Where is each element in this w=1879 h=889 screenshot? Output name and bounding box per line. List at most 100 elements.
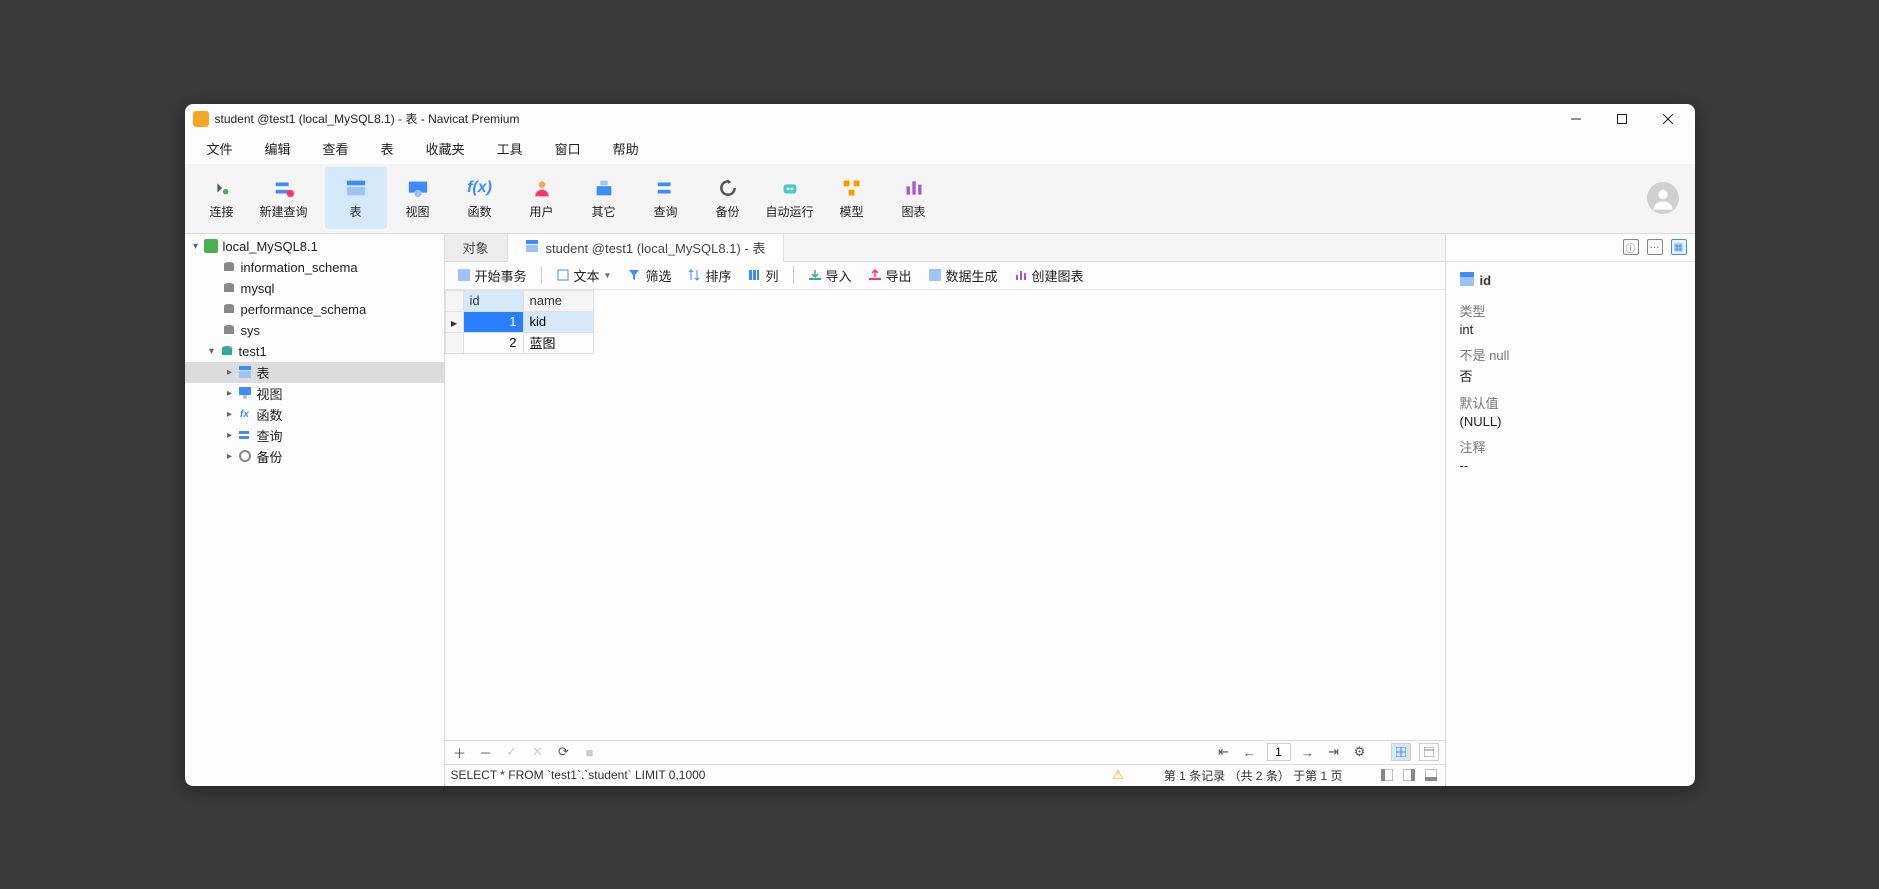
delete-row-button[interactable]: － xyxy=(477,743,495,762)
tool-backup[interactable]: 备份 xyxy=(697,167,759,229)
cell-name[interactable]: kid xyxy=(523,311,593,332)
row-header-corner[interactable] xyxy=(445,290,463,311)
import-icon xyxy=(808,268,822,282)
tree-folder-tables[interactable]: ▸ 表 xyxy=(185,362,444,383)
tool-chart[interactable]: 图表 xyxy=(883,167,945,229)
tool-connect[interactable]: 连接 xyxy=(191,167,253,229)
maximize-button[interactable] xyxy=(1599,104,1645,134)
row-indicator[interactable] xyxy=(445,332,463,353)
sort-icon xyxy=(687,268,701,282)
chevron-right-icon[interactable]: ▸ xyxy=(223,451,237,462)
panel-toggle-2-icon[interactable] xyxy=(1401,767,1417,783)
query-small-icon xyxy=(237,427,253,443)
tree-folder-backup[interactable]: ▸ 备份 xyxy=(185,446,444,467)
table-row[interactable]: 2 蓝图 xyxy=(445,332,593,353)
app-window: student @test1 (local_MySQL8.1) - 表 - Na… xyxy=(185,104,1695,786)
column-header-name[interactable]: name xyxy=(523,290,593,311)
tool-func[interactable]: f(x) 函数 xyxy=(449,167,511,229)
menu-fav[interactable]: 收藏夹 xyxy=(410,135,481,162)
menu-file[interactable]: 文件 xyxy=(191,135,249,162)
table-icon xyxy=(344,177,368,199)
tree-db-mysql[interactable]: mysql xyxy=(185,278,444,299)
menu-help[interactable]: 帮助 xyxy=(597,135,655,162)
add-row-button[interactable]: ＋ xyxy=(451,743,469,762)
chevron-right-icon[interactable]: ▸ xyxy=(223,388,237,399)
tool-newquery[interactable]: 新建查询 xyxy=(253,167,315,229)
menu-view[interactable]: 查看 xyxy=(307,135,365,162)
database-icon xyxy=(221,322,237,338)
prev-page-button[interactable]: ← xyxy=(1241,745,1259,760)
begin-transaction-button[interactable]: 开始事务 xyxy=(451,264,533,287)
sort-button[interactable]: 排序 xyxy=(681,264,737,287)
chevron-right-icon[interactable]: ▸ xyxy=(223,409,237,420)
chevron-right-icon[interactable]: ▸ xyxy=(223,430,237,441)
backup-icon xyxy=(716,177,740,199)
stop-button[interactable]: ■ xyxy=(581,745,599,760)
tree-db-sys[interactable]: sys xyxy=(185,320,444,341)
minimize-button[interactable] xyxy=(1553,104,1599,134)
prop-label: 类型 xyxy=(1460,301,1681,320)
cell-name[interactable]: 蓝图 xyxy=(523,332,593,353)
tool-table[interactable]: 表 xyxy=(325,167,387,229)
menu-window[interactable]: 窗口 xyxy=(539,135,597,162)
page-input[interactable] xyxy=(1267,743,1291,761)
cell-id[interactable]: 1 xyxy=(463,311,523,332)
next-page-button[interactable]: → xyxy=(1299,745,1317,760)
fx-small-icon: fx xyxy=(237,406,253,422)
cancel-button[interactable]: ✕ xyxy=(529,744,547,760)
avatar[interactable] xyxy=(1647,182,1679,214)
column-tab-icon[interactable]: ▦ xyxy=(1671,239,1687,255)
menu-bar: 文件 编辑 查看 表 收藏夹 工具 窗口 帮助 xyxy=(185,134,1695,164)
first-page-button[interactable]: ⇤ xyxy=(1215,744,1233,760)
row-indicator[interactable] xyxy=(445,311,463,332)
export-button[interactable]: 导出 xyxy=(862,264,918,287)
connection-tree: ▾ local_MySQL8.1 information_schema mysq… xyxy=(185,234,445,786)
commit-button[interactable]: ✓ xyxy=(503,744,521,760)
tool-auto[interactable]: 自动运行 xyxy=(759,167,821,229)
tool-model[interactable]: 模型 xyxy=(821,167,883,229)
chevron-down-icon[interactable]: ▾ xyxy=(189,241,203,252)
data-grid[interactable]: id name 1 kid 2 蓝图 xyxy=(445,290,1445,740)
tab-objects[interactable]: 对象 xyxy=(445,234,508,261)
tree-folder-func[interactable]: ▸ fx 函数 xyxy=(185,404,444,425)
menu-table[interactable]: 表 xyxy=(365,135,410,162)
tree-connection[interactable]: ▾ local_MySQL8.1 xyxy=(185,236,444,257)
prop-value: -- xyxy=(1460,458,1681,473)
table-row[interactable]: 1 kid xyxy=(445,311,593,332)
tool-other[interactable]: 其它 xyxy=(573,167,635,229)
column-header-id[interactable]: id xyxy=(463,290,523,311)
chevron-right-icon[interactable]: ▸ xyxy=(223,367,237,378)
tool-query[interactable]: 查询 xyxy=(635,167,697,229)
panel-toggle-1-icon[interactable] xyxy=(1379,767,1395,783)
settings-button[interactable]: ⚙ xyxy=(1351,744,1369,760)
panel-toggle-3-icon[interactable] xyxy=(1423,767,1439,783)
datagen-button[interactable]: 数据生成 xyxy=(922,264,1004,287)
info-tab-icon[interactable]: ⓘ xyxy=(1623,239,1639,255)
plug-icon xyxy=(210,177,234,199)
close-button[interactable] xyxy=(1645,104,1691,134)
chevron-down-icon[interactable]: ▾ xyxy=(205,346,219,357)
inspector-tabs: ⓘ ··· ▦ xyxy=(1446,234,1695,262)
menu-edit[interactable]: 编辑 xyxy=(249,135,307,162)
grid-view-button[interactable] xyxy=(1391,743,1411,761)
tree-folder-query[interactable]: ▸ 查询 xyxy=(185,425,444,446)
refresh-button[interactable]: ⟳ xyxy=(555,744,573,760)
last-page-button[interactable]: ⇥ xyxy=(1325,744,1343,760)
ddl-tab-icon[interactable]: ··· xyxy=(1647,239,1663,255)
form-view-button[interactable] xyxy=(1419,743,1439,761)
text-mode-button[interactable]: 文本 ▼ xyxy=(550,264,618,287)
import-button[interactable]: 导入 xyxy=(802,264,858,287)
columns-button[interactable]: 列 xyxy=(741,264,784,287)
tool-user[interactable]: 用户 xyxy=(511,167,573,229)
window-title: student @test1 (local_MySQL8.1) - 表 - Na… xyxy=(215,110,1553,127)
tree-db-performance-schema[interactable]: performance_schema xyxy=(185,299,444,320)
menu-tools[interactable]: 工具 xyxy=(481,135,539,162)
tool-view[interactable]: 视图 xyxy=(387,167,449,229)
tree-folder-views[interactable]: ▸ 视图 xyxy=(185,383,444,404)
tab-student-table[interactable]: student @test1 (local_MySQL8.1) - 表 xyxy=(508,234,785,262)
tree-db-information-schema[interactable]: information_schema xyxy=(185,257,444,278)
filter-button[interactable]: 筛选 xyxy=(621,264,677,287)
createchart-button[interactable]: 创建图表 xyxy=(1008,264,1090,287)
cell-id[interactable]: 2 xyxy=(463,332,523,353)
tree-db-test1[interactable]: ▾ test1 xyxy=(185,341,444,362)
